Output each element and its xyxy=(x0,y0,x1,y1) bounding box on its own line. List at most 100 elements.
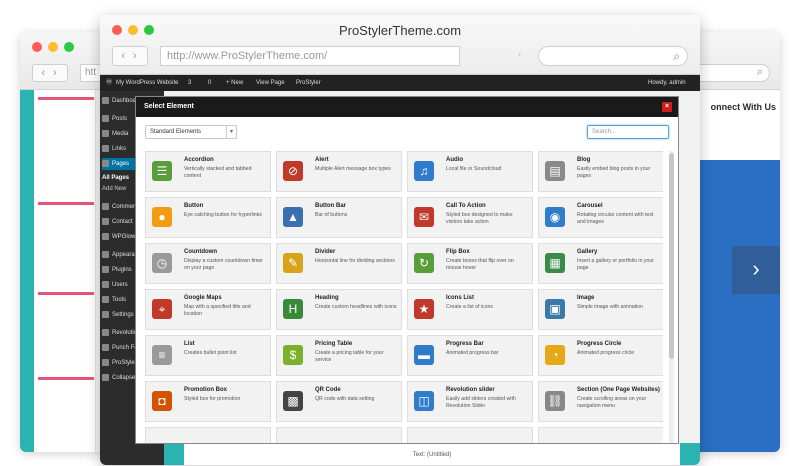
element-title: Accordion xyxy=(184,157,214,163)
posts-icon xyxy=(102,114,109,122)
users-icon xyxy=(102,280,109,288)
element-category-select[interactable]: Standard Elements ▾ xyxy=(145,125,237,139)
element-card-partial[interactable] xyxy=(276,427,402,443)
pages-icon xyxy=(102,159,109,167)
element-description: Create a pricing table for your service xyxy=(315,350,384,363)
element-title: Progress Bar xyxy=(446,341,484,347)
element-card-accordion[interactable]: ☰ Accordion Vertically stacked and tabbed … xyxy=(145,151,271,192)
prostyler-link[interactable]: ProStyler xyxy=(296,75,321,91)
back-forward-buttons[interactable]: ‹› xyxy=(32,64,68,82)
element-card-countdown[interactable]: ◷ Countdown Display a custom countdown tim… xyxy=(145,243,271,284)
close-icon[interactable]: × xyxy=(662,102,672,112)
comments-count[interactable]: 0 xyxy=(208,75,211,91)
element-card-icons-list[interactable]: ★ Icons List Create a list of icons xyxy=(407,289,533,330)
media-icon xyxy=(102,129,109,137)
element-card-partial[interactable] xyxy=(538,427,663,443)
select-element-modal: Select Element × Standard Elements ▾ Sea… xyxy=(136,97,678,443)
element-title: Gallery xyxy=(577,249,598,255)
element-title: Alert xyxy=(315,157,329,163)
element-card-revolution-slider[interactable]: ◫ Revolution slider Easily add sliders cre… xyxy=(407,381,533,422)
element-card-divider[interactable]: ✎ Divider Horizontal line for dividing sec… xyxy=(276,243,402,284)
element-card-progress-bar[interactable]: ▬ Progress Bar Animated progress bar xyxy=(407,335,533,376)
accordion-icon: ☰ xyxy=(152,161,172,181)
next-arrow-button[interactable]: › xyxy=(732,246,780,294)
maximize-dot-icon[interactable] xyxy=(64,42,74,52)
element-card-list[interactable]: ≡ List Creates bullet point list xyxy=(145,335,271,376)
pricing-table-icon: $ xyxy=(283,345,303,365)
element-card-pricing-table[interactable]: $ Pricing Table Create a pricing table for… xyxy=(276,335,402,376)
updates-count[interactable]: 3 xyxy=(188,75,191,91)
heading-icon: H xyxy=(283,299,303,319)
close-dot-icon[interactable] xyxy=(32,42,42,52)
element-description: Styled box for promotion xyxy=(184,396,241,402)
element-card-promotion-box[interactable]: ◘ Promotion Box Styled box for promotion xyxy=(145,381,271,422)
element-description: Insert a gallery or portfolio in your pa… xyxy=(577,258,654,271)
section-divider xyxy=(38,97,94,100)
element-card-heading[interactable]: H Heading Create custom headlines with ico… xyxy=(276,289,402,330)
button-bar-icon: ▲ xyxy=(283,207,303,227)
element-title: Audio xyxy=(446,157,463,163)
element-card-blog[interactable]: ▤ Blog Easily embed blog posts in your pag… xyxy=(538,151,663,192)
audio-icon: ♫ xyxy=(414,161,434,181)
element-description: Easily embed blog posts in your pages xyxy=(577,166,651,179)
element-card-gallery[interactable]: ▦ Gallery Insert a gallery or portfolio in… xyxy=(538,243,663,284)
element-card-button-bar[interactable]: ▲ Button Bar Bar of buttons xyxy=(276,197,402,238)
element-title: QR Code xyxy=(315,387,341,393)
element-card-call-to-action[interactable]: ✉ Call To Action Styled box designed to ma… xyxy=(407,197,533,238)
revolution-slider-icon: ◫ xyxy=(414,391,434,411)
view-page-link[interactable]: View Page xyxy=(256,75,285,91)
element-description: Creates bullet point list xyxy=(184,350,237,356)
element-card-image[interactable]: ▣ Image Simple image with animation xyxy=(538,289,663,330)
submenu-all-pages[interactable]: All Pages xyxy=(102,175,129,181)
element-card-progress-circle[interactable]: ◔ Progress Circle Animated progress circle xyxy=(538,335,663,376)
element-card-section-one-page-websites[interactable]: ⛓ Section (One Page Websites) Create scrol… xyxy=(538,381,663,422)
element-card-qr-code[interactable]: ▩ QR Code QR code with data setting xyxy=(276,381,402,422)
element-description: Local file or Soundcloud xyxy=(446,166,502,172)
new-link[interactable]: + New xyxy=(226,75,243,91)
wpglow-icon xyxy=(102,232,109,240)
appearance-icon xyxy=(102,250,109,258)
section-icon: ⛓ xyxy=(545,391,565,411)
site-name-link[interactable]: My WordPress Website xyxy=(116,75,178,91)
element-description: Easily add sliders created with Revoluti… xyxy=(446,396,516,409)
carousel-icon: ◉ xyxy=(545,207,565,227)
back-forward-buttons[interactable]: ‹› xyxy=(112,46,148,66)
minimize-dot-icon[interactable] xyxy=(48,42,58,52)
modal-title: Select Element xyxy=(144,103,194,110)
search-icon: ⌕ xyxy=(673,49,680,63)
element-card-audio[interactable]: ♫ Audio Local file or Soundcloud xyxy=(407,151,533,192)
element-title: Progress Circle xyxy=(577,341,622,347)
collapse-icon xyxy=(102,373,109,381)
gallery-icon: ▦ xyxy=(545,253,565,273)
toolbar-separator: ‹ xyxy=(518,49,522,60)
submenu-add-new[interactable]: Add New xyxy=(102,186,126,192)
plugins-icon xyxy=(102,265,109,273)
element-card-carousel[interactable]: ◉ Carousel Rotating circular content with … xyxy=(538,197,663,238)
element-card-google-maps[interactable]: ⌖ Google Maps Map with a specified title a… xyxy=(145,289,271,330)
element-description: Styled box designed to make visitors tak… xyxy=(446,212,513,225)
element-search-input[interactable]: Search... xyxy=(587,125,669,139)
alert-icon: ⊘ xyxy=(283,161,303,181)
section-divider xyxy=(38,377,94,380)
element-description: Map with a specified title and location xyxy=(184,304,251,317)
window-title: ProStylerTheme.com xyxy=(338,23,462,38)
browser-search-field[interactable]: ⌕ xyxy=(538,46,688,66)
element-card-button[interactable]: ● Button Eye catching button for hyperlink… xyxy=(145,197,271,238)
element-description: Create a list of icons xyxy=(446,304,493,310)
element-description: Animated progress circle xyxy=(577,350,635,356)
scrollbar-thumb[interactable] xyxy=(669,153,674,359)
element-title: Call To Action xyxy=(446,203,486,209)
element-card-partial[interactable] xyxy=(145,427,271,443)
element-title: Icons List xyxy=(446,295,475,301)
revolution-icon xyxy=(102,328,109,336)
address-bar[interactable]: http://www.ProStylerTheme.com/ xyxy=(160,46,460,66)
wordpress-logo-icon[interactable]: Ⓦ xyxy=(106,75,112,91)
howdy-user[interactable]: Howdy, admin xyxy=(648,75,686,91)
element-card-flip-box[interactable]: ↻ Flip Box Create boxes that flip over on … xyxy=(407,243,533,284)
element-card-alert[interactable]: ⊘ Alert Multiple Alert message box types xyxy=(276,151,402,192)
element-title: Divider xyxy=(315,249,336,255)
screenshot-stage: ‹› htt ⌕ onnect With Us › ProStylerTheme… xyxy=(0,0,806,466)
element-card-partial[interactable] xyxy=(407,427,533,443)
tools-icon xyxy=(102,295,109,303)
element-description: Animated progress bar xyxy=(446,350,499,356)
